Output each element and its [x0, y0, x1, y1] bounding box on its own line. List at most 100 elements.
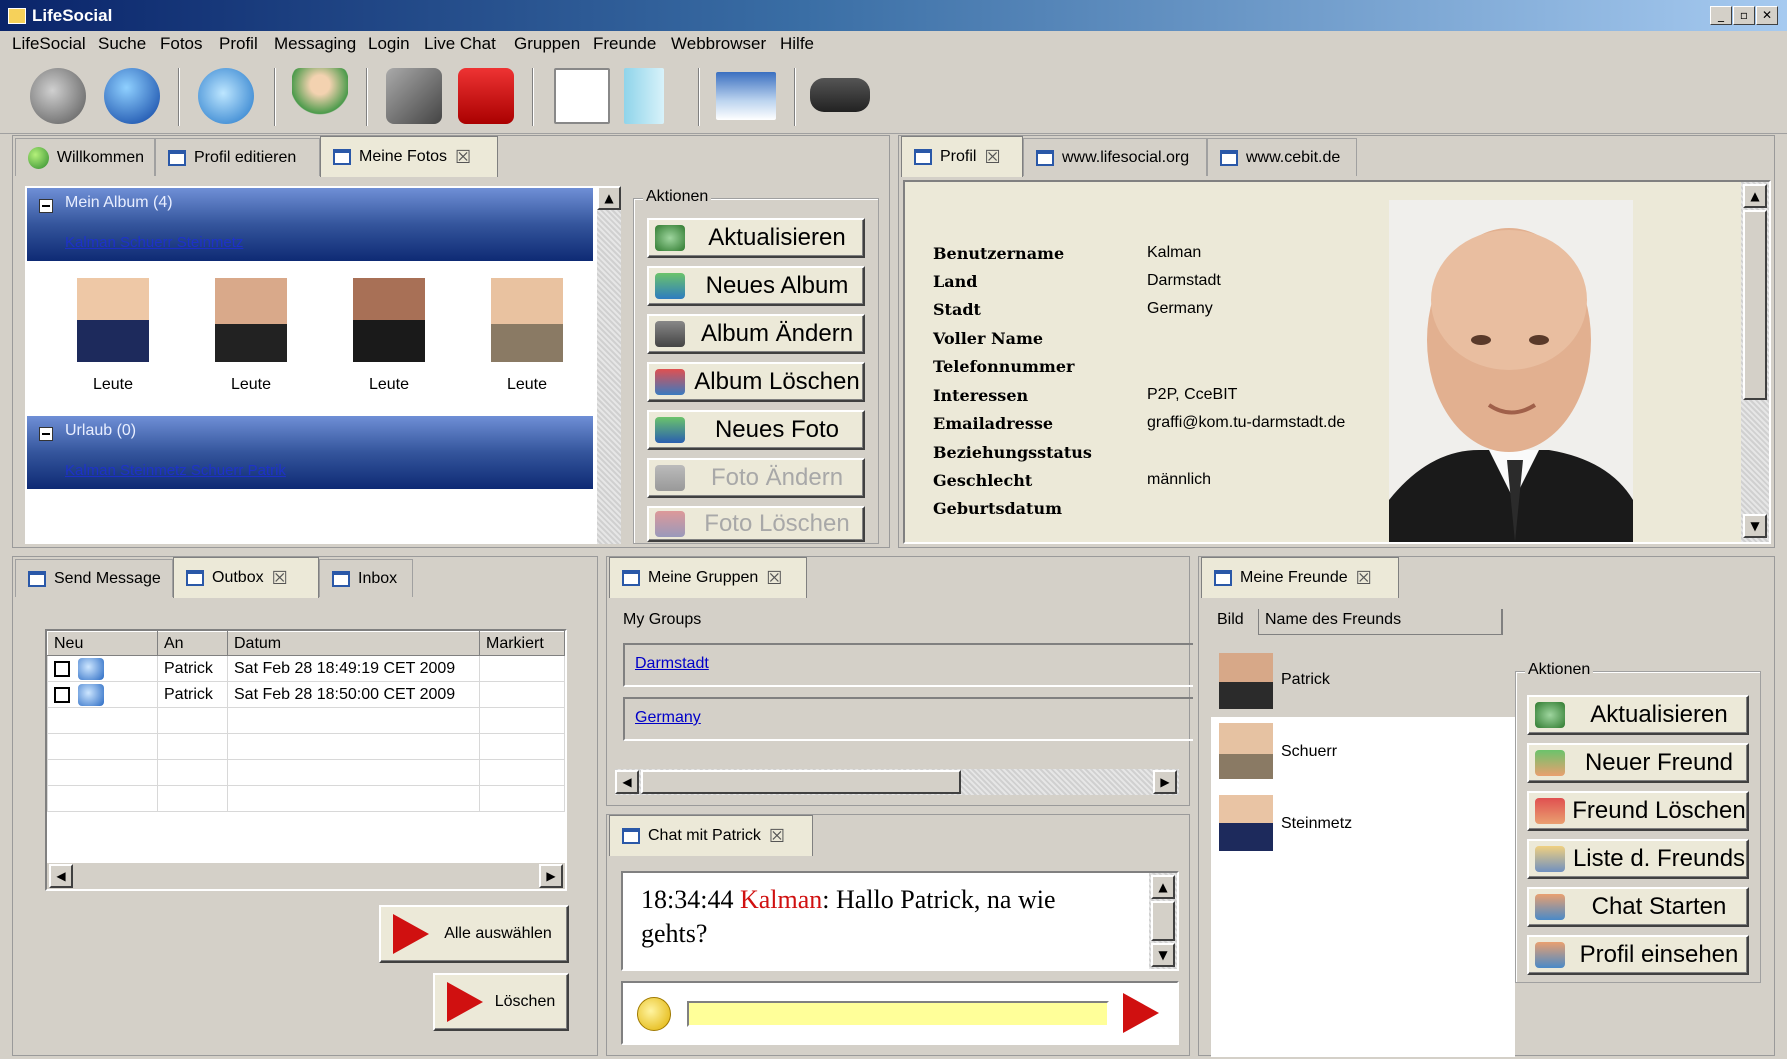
scroll-right-button[interactable]: ▶: [539, 864, 563, 888]
column-header[interactable]: An: [157, 631, 228, 656]
scroll-thumb[interactable]: [641, 770, 961, 794]
album-scrollbar[interactable]: ▲: [597, 186, 621, 544]
tab-meine-fotos[interactable]: Meine Fotos ☒: [320, 136, 498, 177]
tab-lifesocial[interactable]: www.lifesocial.org: [1023, 138, 1207, 176]
photo-thumbnail[interactable]: [491, 278, 563, 362]
send-arrow-icon[interactable]: [1123, 993, 1159, 1033]
menu-login[interactable]: Login: [368, 34, 410, 54]
neuer-freund-button[interactable]: Neuer Freund: [1527, 743, 1749, 783]
column-header[interactable]: Name des Freunds: [1259, 609, 1503, 635]
friend-name[interactable]: Steinmetz: [1281, 815, 1352, 833]
column-header[interactable]: Bild: [1211, 609, 1259, 635]
menu-fotos[interactable]: Fotos: [160, 34, 203, 54]
landscape-photo-icon[interactable]: [716, 72, 776, 120]
scroll-down-button[interactable]: ▼: [1151, 943, 1175, 967]
close-tab-icon[interactable]: ☒: [766, 568, 782, 589]
tab-send-message[interactable]: Send Message: [15, 559, 173, 597]
table-row[interactable]: Patrick Sat Feb 28 18:50:00 CET 2009: [47, 681, 565, 708]
friend-avatar[interactable]: [1219, 723, 1273, 779]
group-link[interactable]: Darmstadt: [635, 655, 709, 673]
column-header[interactable]: Datum: [227, 631, 480, 656]
collapse-icon[interactable]: [39, 199, 53, 213]
network-globe-icon[interactable]: [30, 68, 86, 124]
menu-messaging[interactable]: Messaging: [274, 34, 356, 54]
tab-profil[interactable]: Profil ☒: [901, 136, 1023, 177]
group-link[interactable]: Germany: [635, 709, 701, 727]
delete-button[interactable]: Löschen: [433, 973, 569, 1031]
friend-aktualisieren-button[interactable]: Aktualisieren: [1527, 695, 1749, 735]
scroll-down-button[interactable]: ▼: [1743, 514, 1767, 538]
scroll-thumb[interactable]: [1743, 210, 1767, 400]
liste-freunds-button[interactable]: Liste d. Freunds: [1527, 839, 1749, 879]
friend-name[interactable]: Schuerr: [1281, 743, 1337, 761]
menu-gruppen[interactable]: Gruppen: [514, 34, 580, 54]
column-header[interactable]: Markiert: [479, 631, 565, 656]
foto-aendern-button[interactable]: Foto Ändern: [647, 458, 865, 498]
lock-icon[interactable]: [458, 68, 514, 124]
tab-inbox[interactable]: Inbox: [319, 559, 413, 597]
scroll-thumb[interactable]: [1151, 901, 1175, 941]
checkbox[interactable]: [54, 686, 70, 703]
maximize-button[interactable]: ▫: [1733, 6, 1755, 25]
tools-icon[interactable]: [386, 68, 442, 124]
tab-cebit[interactable]: www.cebit.de: [1207, 138, 1357, 176]
close-tab-icon[interactable]: ☒: [272, 568, 288, 589]
column-header[interactable]: Neu: [47, 631, 158, 656]
close-button[interactable]: ✕: [1756, 6, 1778, 25]
tab-meine-freunde[interactable]: Meine Freunde ☒: [1201, 557, 1399, 598]
menu-webbrowser[interactable]: Webbrowser: [671, 34, 766, 54]
aktualisieren-button[interactable]: Aktualisieren: [647, 218, 865, 258]
tab-profil-editieren[interactable]: Profil editieren: [155, 138, 320, 176]
scroll-left-button[interactable]: ◀: [615, 770, 639, 794]
friend-avatar[interactable]: [1219, 795, 1273, 851]
scroll-right-button[interactable]: ▶: [1153, 770, 1177, 794]
groups-hscrollbar[interactable]: ◀ ▶: [615, 769, 1179, 795]
photo-thumbnail[interactable]: [215, 278, 287, 362]
binoculars-icon[interactable]: [810, 78, 870, 112]
profile-scrollbar[interactable]: ▲ ▼: [1741, 182, 1769, 542]
foto-loeschen-button[interactable]: Foto Löschen: [647, 506, 865, 542]
album-loeschen-button[interactable]: Album Löschen: [647, 362, 865, 402]
tab-outbox[interactable]: Outbox ☒: [173, 557, 319, 598]
menu-hilfe[interactable]: Hilfe: [780, 34, 814, 54]
table-row[interactable]: Patrick Sat Feb 28 18:49:19 CET 2009: [47, 655, 565, 682]
neues-album-button[interactable]: Neues Album: [647, 266, 865, 306]
users-icon[interactable]: [292, 68, 348, 124]
menu-live-chat[interactable]: Live Chat: [424, 34, 496, 54]
close-tab-icon[interactable]: ☒: [1356, 568, 1372, 589]
tab-willkommen[interactable]: Willkommen: [15, 138, 155, 176]
tab-meine-gruppen[interactable]: Meine Gruppen ☒: [609, 557, 807, 598]
group-item[interactable]: Darmstadt: [623, 643, 1193, 687]
scroll-up-button[interactable]: ▲: [597, 186, 621, 210]
world-globe-icon[interactable]: [104, 68, 160, 124]
smiley-icon[interactable]: [637, 997, 671, 1031]
select-all-button[interactable]: Alle auswählen: [379, 905, 569, 963]
menu-freunde[interactable]: Freunde: [593, 34, 656, 54]
photo-thumbnail[interactable]: [353, 278, 425, 362]
notebook-icon[interactable]: [624, 68, 664, 124]
menu-profil[interactable]: Profil: [219, 34, 258, 54]
group-item[interactable]: Germany: [623, 697, 1193, 741]
menu-lifesocial[interactable]: LifeSocial: [12, 34, 86, 54]
album-header[interactable]: Mein Album (4) Kalman Schuerr Steinmetz: [27, 188, 593, 261]
photo-thumbnail[interactable]: [77, 278, 149, 362]
scroll-up-button[interactable]: ▲: [1743, 184, 1767, 208]
collapse-icon[interactable]: [39, 427, 53, 441]
album-aendern-button[interactable]: Album Ändern: [647, 314, 865, 354]
scroll-left-button[interactable]: ◀: [49, 864, 73, 888]
minimize-button[interactable]: _: [1710, 6, 1732, 25]
friend-name[interactable]: Patrick: [1281, 671, 1330, 689]
tab-chat-patrick[interactable]: Chat mit Patrick ☒: [609, 815, 813, 856]
horizontal-scrollbar[interactable]: ◀ ▶: [47, 863, 565, 889]
close-tab-icon[interactable]: ☒: [769, 826, 785, 847]
chat-starten-button[interactable]: Chat Starten: [1527, 887, 1749, 927]
close-tab-icon[interactable]: ☒: [984, 147, 1000, 168]
chat-input[interactable]: [687, 1001, 1109, 1027]
neues-foto-button[interactable]: Neues Foto: [647, 410, 865, 450]
internet-explorer-icon[interactable]: [198, 68, 254, 124]
menu-suche[interactable]: Suche: [98, 34, 146, 54]
checkbox[interactable]: [54, 660, 70, 677]
chat-scrollbar[interactable]: ▲ ▼: [1149, 873, 1177, 969]
close-tab-icon[interactable]: ☒: [455, 147, 471, 168]
edit-pencil-icon[interactable]: [554, 68, 610, 124]
